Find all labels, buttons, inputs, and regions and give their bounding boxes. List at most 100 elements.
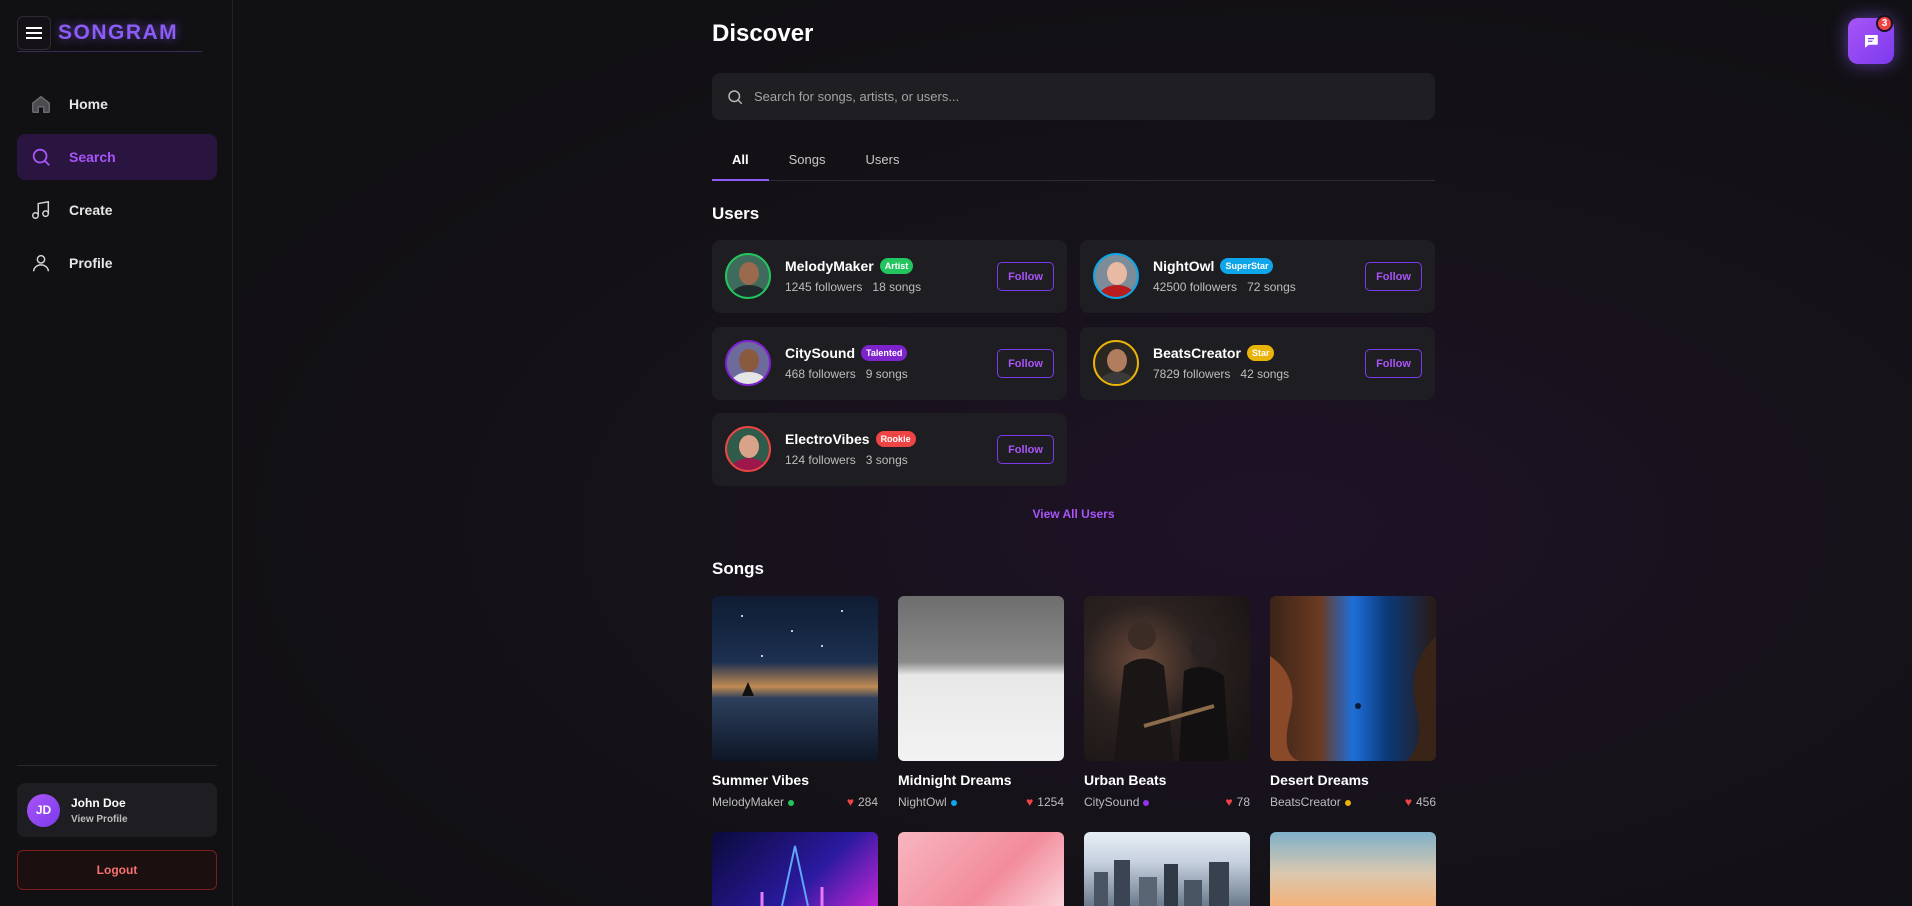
logo-row: SONGRAM xyxy=(17,15,202,52)
avatar: JD xyxy=(27,793,60,827)
songs-section-title: Songs xyxy=(712,559,764,578)
user-card[interactable]: ElectroVibes Rookie 124 followers 3 songs … xyxy=(712,413,1067,486)
user-name[interactable]: CitySound xyxy=(785,345,855,361)
tab-songs[interactable]: Songs xyxy=(769,140,846,181)
user-avatar xyxy=(725,340,771,386)
app-logo[interactable]: SONGRAM xyxy=(58,21,178,45)
filter-tabs: All Songs Users xyxy=(712,140,1435,181)
user-songs: 3 songs xyxy=(865,453,908,467)
chat-icon xyxy=(1865,35,1878,48)
users-section-title: Users xyxy=(712,204,760,223)
follow-button[interactable]: Follow xyxy=(997,435,1054,464)
song-title[interactable]: Midnight Dreams xyxy=(898,772,1064,788)
user-followers: 7829 followers xyxy=(1153,367,1231,381)
song-card[interactable]: Urban Beats CitySound ♥ 78 xyxy=(1084,596,1250,809)
user-avatar xyxy=(1093,340,1139,386)
user-name[interactable]: NightOwl xyxy=(1153,258,1214,274)
song-likes: 284 xyxy=(857,795,878,809)
heart-icon[interactable]: ♥ xyxy=(1026,795,1033,809)
status-dot xyxy=(950,799,957,806)
current-user-card[interactable]: JD John Doe View Profile xyxy=(17,783,217,837)
user-badge: Rookie xyxy=(875,431,916,447)
music-note-icon xyxy=(32,200,50,219)
search-input[interactable]: Search for songs, artists, or users... xyxy=(712,73,1435,120)
song-likes: 78 xyxy=(1236,795,1250,809)
user-name[interactable]: MelodyMaker xyxy=(785,258,874,274)
user-card[interactable]: MelodyMaker Artist 1245 followers 18 songs… xyxy=(712,240,1067,313)
user-card[interactable]: BeatsCreator Star 7829 followers 42 songs … xyxy=(1080,327,1435,400)
song-cover[interactable] xyxy=(898,832,1064,906)
tab-all[interactable]: All xyxy=(712,140,769,181)
user-badge: Star xyxy=(1246,345,1275,361)
user-followers: 124 followers xyxy=(785,453,856,467)
song-cover[interactable] xyxy=(898,596,1064,761)
heart-icon[interactable]: ♥ xyxy=(1226,795,1233,809)
user-name[interactable]: BeatsCreator xyxy=(1153,345,1241,361)
song-artist[interactable]: CitySound xyxy=(1084,795,1139,809)
user-badge: SuperStar xyxy=(1220,258,1274,274)
user-songs: 9 songs xyxy=(865,367,908,381)
nav-label-create: Create xyxy=(69,202,113,218)
user-followers: 42500 followers xyxy=(1153,280,1238,294)
search-icon xyxy=(32,148,50,166)
song-title[interactable]: Desert Dreams xyxy=(1270,772,1436,788)
search-placeholder: Search for songs, artists, or users... xyxy=(754,89,960,104)
menu-icon xyxy=(26,27,42,39)
song-card[interactable]: Summer Vibes MelodyMaker ♥ 284 xyxy=(712,596,878,809)
song-artist[interactable]: BeatsCreator xyxy=(1270,795,1341,809)
sidebar: SONGRAM Home Search Create Profile JD Jo… xyxy=(0,0,233,906)
user-icon xyxy=(32,254,50,272)
follow-button[interactable]: Follow xyxy=(1365,349,1422,378)
user-avatar xyxy=(725,426,771,472)
user-avatar xyxy=(1093,253,1139,299)
sidebar-divider xyxy=(17,765,217,766)
song-title[interactable]: Summer Vibes xyxy=(712,772,878,788)
heart-icon[interactable]: ♥ xyxy=(847,795,854,809)
search-icon xyxy=(728,89,743,104)
nav-label-profile: Profile xyxy=(69,255,113,271)
song-cover[interactable] xyxy=(712,596,878,761)
status-dot xyxy=(1143,799,1150,806)
view-all-users-link[interactable]: View All Users xyxy=(712,507,1435,521)
heart-icon[interactable]: ♥ xyxy=(1405,795,1412,809)
user-card[interactable]: NightOwl SuperStar 42500 followers 72 song… xyxy=(1080,240,1435,313)
song-cover[interactable] xyxy=(1084,596,1250,761)
unread-badge: 3 xyxy=(1876,15,1893,32)
nav-item-create[interactable]: Create xyxy=(17,187,217,233)
song-artist[interactable]: NightOwl xyxy=(898,795,947,809)
song-card[interactable]: Midnight Dreams NightOwl ♥ 1254 xyxy=(898,596,1064,809)
user-card[interactable]: CitySound Talented 468 followers 9 songs F… xyxy=(712,327,1067,400)
nav-label-home: Home xyxy=(69,96,108,112)
nav-label-search: Search xyxy=(69,149,116,165)
song-cover[interactable] xyxy=(1270,832,1436,906)
view-profile-link[interactable]: View Profile xyxy=(71,814,128,825)
nav-item-profile[interactable]: Profile xyxy=(17,240,217,286)
tab-users[interactable]: Users xyxy=(846,140,920,181)
user-followers: 1245 followers xyxy=(785,280,863,294)
follow-button[interactable]: Follow xyxy=(1365,262,1422,291)
user-badge: Artist xyxy=(879,258,914,274)
logout-button[interactable]: Logout xyxy=(17,850,217,890)
hamburger-menu-button[interactable] xyxy=(17,16,51,50)
nav-item-home[interactable]: Home xyxy=(17,81,217,127)
follow-button[interactable]: Follow xyxy=(997,349,1054,378)
song-artist[interactable]: MelodyMaker xyxy=(712,795,784,809)
song-title[interactable]: Urban Beats xyxy=(1084,772,1250,788)
song-card[interactable]: Desert Dreams BeatsCreator ♥ 456 xyxy=(1270,596,1436,809)
current-user-name: John Doe xyxy=(71,795,126,810)
song-likes: 1254 xyxy=(1037,795,1064,809)
main-content: Discover Search for songs, artists, or u… xyxy=(234,0,1912,906)
user-songs: 72 songs xyxy=(1247,280,1296,294)
user-songs: 18 songs xyxy=(872,280,922,294)
user-songs: 42 songs xyxy=(1240,367,1290,381)
song-cover[interactable] xyxy=(1084,832,1250,906)
follow-button[interactable]: Follow xyxy=(997,262,1054,291)
home-icon xyxy=(32,95,50,113)
song-cover[interactable] xyxy=(1270,596,1436,761)
user-badge: Talented xyxy=(861,345,908,361)
song-cover[interactable] xyxy=(712,832,878,906)
user-name[interactable]: ElectroVibes xyxy=(785,431,870,447)
song-likes: 456 xyxy=(1415,795,1436,809)
nav-item-search[interactable]: Search xyxy=(17,134,217,180)
status-dot xyxy=(788,799,795,806)
